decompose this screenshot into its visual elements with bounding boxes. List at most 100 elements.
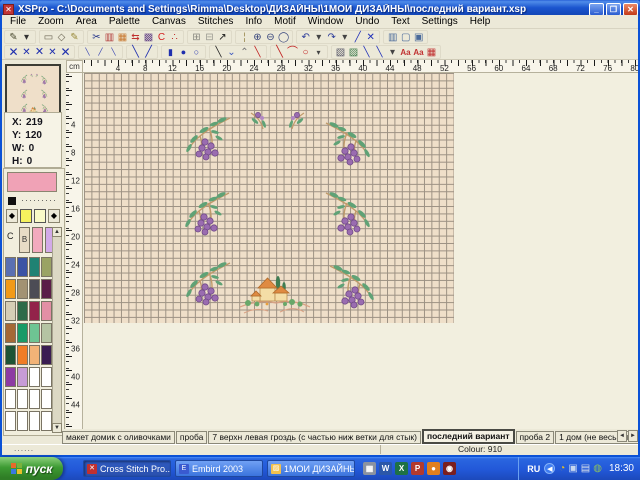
redo-dropdown-button[interactable]: ▾ xyxy=(338,31,351,44)
menu-info[interactable]: Info xyxy=(239,16,268,27)
printer-tray-icon[interactable]: ▤ xyxy=(581,463,590,474)
maximize-button[interactable]: ❐ xyxy=(606,3,621,16)
palette-swatch[interactable] xyxy=(41,323,52,343)
nodes-button[interactable]: ∴ xyxy=(168,31,181,44)
clock-tray-icon[interactable]: ◔ xyxy=(559,463,565,474)
vertical-stitch-button[interactable]: ▮ xyxy=(164,46,177,59)
backstitch-right-button[interactable]: ╱ xyxy=(142,46,155,59)
palette-swatch[interactable] xyxy=(17,257,28,277)
straight-stitch-button[interactable]: ╲ xyxy=(212,46,225,59)
palette-swatch[interactable] xyxy=(17,411,28,431)
menu-settings[interactable]: Settings xyxy=(416,16,464,27)
palette-swatch[interactable] xyxy=(5,345,16,365)
tab-scroll-left[interactable]: ◄ xyxy=(617,430,627,442)
red-stitch-button[interactable]: ╲ xyxy=(273,46,286,59)
zoom-out-button[interactable]: ⊖ xyxy=(264,31,277,44)
palette-swatch[interactable] xyxy=(17,345,28,365)
french-knot-button[interactable]: ● xyxy=(177,46,190,59)
motif-browser-button[interactable]: ▧ xyxy=(334,46,347,59)
menu-canvas[interactable]: Canvas xyxy=(146,16,192,27)
arc-stitch-button[interactable]: ⌃ xyxy=(238,46,251,59)
network-tray-icon[interactable]: ▣ xyxy=(568,463,577,474)
quarter-2-button[interactable]: ╱ xyxy=(94,46,107,59)
menu-text[interactable]: Text xyxy=(385,16,415,27)
quarter-3-button[interactable]: ╲ xyxy=(107,46,120,59)
calculator-icon[interactable]: ▦ xyxy=(363,462,376,475)
app-darkred-icon[interactable]: ◉ xyxy=(443,462,456,475)
design-tab-5[interactable]: проба 2 xyxy=(516,431,555,444)
palette-swatch[interactable] xyxy=(5,411,16,431)
quarter-1-button[interactable]: ╲ xyxy=(81,46,94,59)
minimize-button[interactable]: _ xyxy=(589,3,604,16)
menu-window[interactable]: Window xyxy=(302,16,350,27)
palette-swatch[interactable] xyxy=(17,323,28,343)
menu-file[interactable]: File xyxy=(4,16,32,27)
rotate-button[interactable]: C xyxy=(155,31,168,44)
lasso-select-button[interactable]: ◇ xyxy=(55,31,68,44)
palette-swatch[interactable] xyxy=(41,389,52,409)
red-curve-button[interactable]: ⌒ xyxy=(286,46,299,59)
design-tab-4[interactable]: последний вариант xyxy=(422,429,515,444)
half-cross-3-button[interactable]: ✕ xyxy=(46,46,59,59)
picture-import-button[interactable]: ▨ xyxy=(347,46,360,59)
palette-swatch[interactable] xyxy=(41,301,52,321)
palette-swatch[interactable] xyxy=(41,345,52,365)
start-button[interactable]: пуск xyxy=(0,457,63,480)
eraser-button[interactable]: ✎ xyxy=(68,31,81,44)
palette-swatch[interactable] xyxy=(17,279,28,299)
full-cross-button[interactable]: ✕ xyxy=(7,46,20,59)
menu-help[interactable]: Help xyxy=(464,16,497,27)
palette-selected-yellow[interactable] xyxy=(20,209,32,223)
palette-swatch[interactable] xyxy=(5,367,16,387)
palette-pale-yellow[interactable] xyxy=(34,209,46,223)
special-red-button[interactable]: ╲ xyxy=(251,46,264,59)
thick-line-1-button[interactable]: ╲ xyxy=(360,46,373,59)
palette-swatch[interactable] xyxy=(41,257,52,277)
update-tray-icon[interactable]: ◍ xyxy=(593,463,602,474)
palette-swatch[interactable] xyxy=(17,301,28,321)
pattern-button[interactable]: ▩ xyxy=(142,31,155,44)
task-button-2[interactable]: EEmbird 2003 xyxy=(175,460,263,477)
palette-swatch[interactable] xyxy=(5,257,16,277)
palette-swatch[interactable] xyxy=(29,345,40,365)
palette-swatch[interactable] xyxy=(29,411,40,431)
menu-motif[interactable]: Motif xyxy=(268,16,302,27)
half-cross-4-button[interactable]: ✕ xyxy=(59,46,72,59)
zoom-tool-button[interactable]: ◯ xyxy=(277,31,290,44)
palette-header-swatch[interactable] xyxy=(32,227,43,253)
cut-button[interactable]: ✂ xyxy=(90,31,103,44)
palette-swatch[interactable] xyxy=(29,257,40,277)
palette-scroll-up[interactable]: ▲ xyxy=(52,227,62,237)
flip-button[interactable]: ⇆ xyxy=(129,31,142,44)
text-tool-2-button[interactable]: Aa xyxy=(412,46,425,59)
paste-doc-button[interactable]: ▥ xyxy=(386,31,399,44)
text-tool-button[interactable]: Aa xyxy=(399,46,412,59)
palette-swatch[interactable] xyxy=(29,367,40,387)
half-cross-2-button[interactable]: ✕ xyxy=(33,46,46,59)
palette-swatch[interactable] xyxy=(5,389,16,409)
red-circle-button[interactable]: ○ xyxy=(299,46,312,59)
language-indicator[interactable]: RU xyxy=(527,464,540,474)
new-doc-button[interactable]: ▢ xyxy=(399,31,412,44)
design-tab-2[interactable]: проба xyxy=(176,431,207,444)
palette-swatch[interactable] xyxy=(29,279,40,299)
menu-area[interactable]: Area xyxy=(70,16,103,27)
palette-swatch[interactable] xyxy=(17,367,28,387)
export-button[interactable]: ⊟ xyxy=(203,31,216,44)
palette-swatch[interactable] xyxy=(29,301,40,321)
draw-pencil-button[interactable]: ✎ xyxy=(7,31,20,44)
current-color-swatch[interactable] xyxy=(7,172,57,192)
redo-button[interactable]: ↷ xyxy=(325,31,338,44)
palette-swatch[interactable] xyxy=(29,323,40,343)
excel-icon[interactable]: X xyxy=(395,462,408,475)
rect-select-button[interactable]: ▭ xyxy=(42,31,55,44)
palette-swatch[interactable] xyxy=(5,279,16,299)
app-red-icon[interactable]: P xyxy=(411,462,424,475)
zoom-in-button[interactable]: ⊕ xyxy=(251,31,264,44)
thick-line-2-button[interactable]: ╲ xyxy=(373,46,386,59)
word-icon[interactable]: W xyxy=(379,462,392,475)
delete-stitch-button[interactable]: ✕ xyxy=(364,31,377,44)
branch-stitch-button[interactable]: ⌄ xyxy=(225,46,238,59)
undo-dropdown-button[interactable]: ▾ xyxy=(312,31,325,44)
palette-swatch[interactable] xyxy=(41,367,52,387)
